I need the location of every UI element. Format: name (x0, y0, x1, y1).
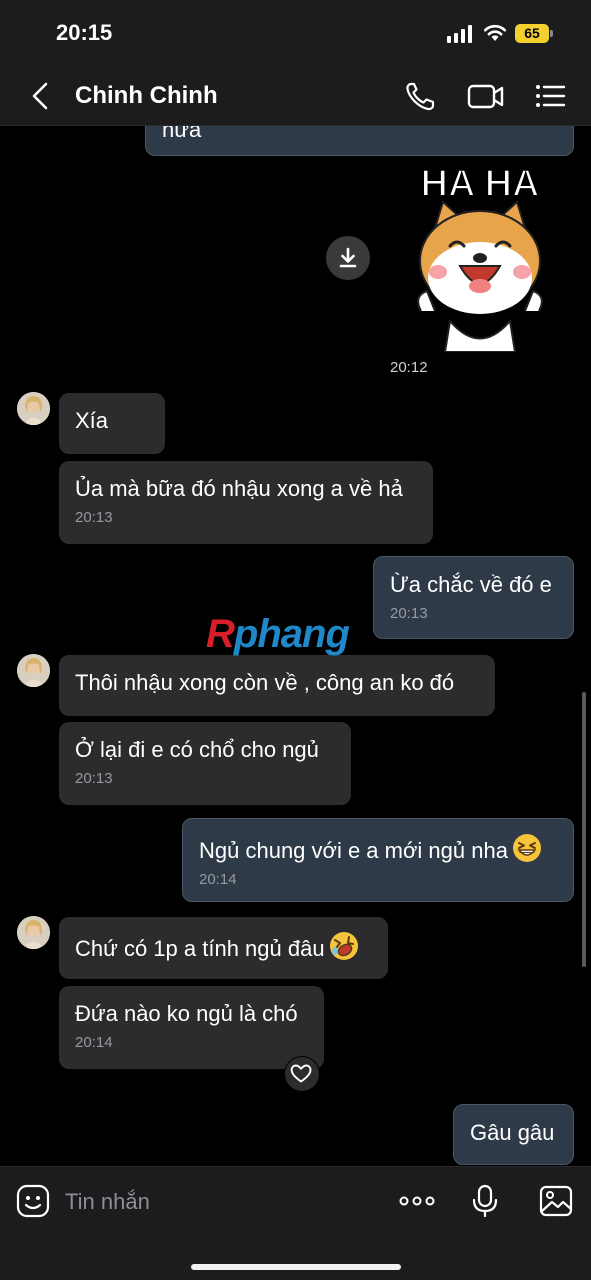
image-icon[interactable] (539, 1184, 573, 1218)
message-time: 20:14 (199, 871, 237, 888)
message-text: Ừa chắc về đó e (390, 572, 552, 597)
react-heart-button[interactable] (284, 1056, 320, 1092)
message-bubble-out[interactable]: Ừa chắc về đó e 20:13 (373, 556, 574, 639)
message-bubble-in[interactable]: Ở lại đi e có chổ cho ngủ 20:13 (59, 722, 351, 805)
scrollbar[interactable] (582, 692, 586, 967)
message-time: 20:12 (390, 359, 428, 376)
message-bubble-out[interactable]: nữa (145, 126, 574, 156)
status-time: 20:15 (56, 20, 113, 45)
microphone-icon[interactable] (468, 1184, 502, 1218)
message-text: Thôi nhậu xong còn về , công an ko đó (75, 670, 455, 695)
message-text: Đứa nào ko ngủ là chó (75, 1001, 298, 1026)
phone-icon[interactable] (404, 80, 438, 112)
message-bubble-in[interactable]: Ủa mà bữa đó nhậu xong a về hả 20:13 (59, 461, 433, 544)
chat-header: Chinh Chinh (0, 66, 591, 126)
back-button[interactable] (26, 80, 56, 112)
contact-avatar[interactable] (17, 916, 50, 949)
message-text: Gâu gâu (470, 1120, 555, 1145)
message-text: Xía (75, 408, 109, 433)
download-icon (339, 247, 357, 268)
contact-avatar[interactable] (17, 392, 50, 425)
cellular-signal-icon (447, 25, 472, 43)
download-button[interactable] (326, 236, 370, 280)
sticker-caption: HA HA (421, 166, 540, 205)
message-bubble-in[interactable]: Xía (59, 393, 165, 454)
message-bubble-in[interactable]: Thôi nhậu xong còn về , công an ko đó (59, 655, 495, 716)
message-time: 20:13 (75, 509, 113, 526)
message-text: Ngủ chung với e a mới ngủ nha (199, 838, 508, 863)
message-input[interactable]: Tin nhắn (65, 1189, 150, 1215)
video-camera-icon[interactable] (467, 80, 505, 112)
message-bubble-out[interactable]: Ngủ chung với e a mới ngủ nha 20:14 (182, 818, 574, 902)
message-time: 20:13 (75, 770, 113, 787)
message-text: nữa (162, 126, 202, 142)
message-text: Ủa mà bữa đó nhậu xong a về hả (75, 476, 403, 501)
watermark: Rphang (206, 612, 350, 656)
home-indicator[interactable] (191, 1264, 401, 1270)
message-text: Chứ có 1p a tính ngủ đâu (75, 936, 325, 961)
grinning-squinting-emoji-icon (512, 834, 541, 862)
contact-avatar[interactable] (17, 654, 50, 687)
status-bar: 20:15 65 (0, 0, 591, 66)
sticker-message[interactable]: HA HA (405, 162, 555, 353)
more-dots-icon[interactable] (398, 1184, 436, 1218)
message-composer: Tin nhắn (0, 1166, 591, 1280)
message-time: 20:13 (390, 605, 428, 622)
message-bubble-out[interactable]: Gâu gâu (453, 1104, 574, 1165)
battery-level: 65 (515, 24, 549, 43)
rolling-laughing-emoji-icon (329, 932, 358, 960)
shiba-dog-sticker: HA HA (417, 162, 543, 353)
sticker-icon[interactable] (16, 1184, 50, 1218)
battery-indicator: 65 (515, 24, 553, 43)
message-bubble-in[interactable]: Chứ có 1p a tính ngủ đâu (59, 917, 388, 979)
contact-name[interactable]: Chinh Chinh (75, 82, 218, 110)
message-time: 20:14 (75, 1034, 113, 1051)
list-menu-icon[interactable] (533, 80, 567, 112)
heart-icon (290, 1064, 312, 1083)
wifi-icon (483, 24, 507, 41)
message-text: Ở lại đi e có chổ cho ngủ (75, 737, 319, 762)
